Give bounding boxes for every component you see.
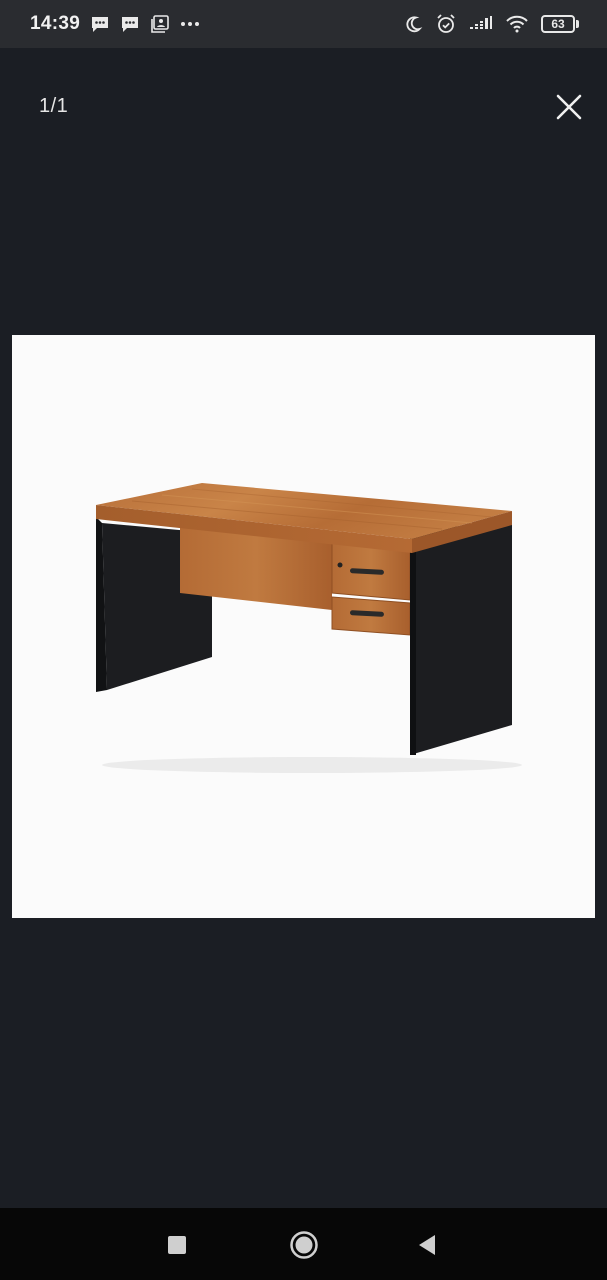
home-circle-icon [290, 1231, 318, 1259]
back-triangle-icon [419, 1235, 435, 1255]
desk-illustration [96, 483, 522, 773]
battery-tip [576, 20, 579, 28]
battery-icon: 63 [541, 15, 579, 33]
alarm-icon [435, 13, 457, 35]
gallery-icon [150, 14, 170, 34]
wifi-icon [505, 15, 529, 33]
navigation-bar [0, 1208, 607, 1280]
moon-icon [403, 14, 423, 34]
message-icon [90, 15, 110, 33]
image-counter: 1/1 [39, 95, 69, 117]
signal-icon [469, 15, 493, 33]
close-icon [556, 94, 582, 120]
status-bar: 14:39 63 [0, 0, 607, 48]
status-time: 14:39 [30, 13, 81, 34]
recents-button[interactable] [166, 1234, 188, 1256]
back-button[interactable] [416, 1233, 438, 1257]
status-left: 14:39 [30, 13, 200, 35]
battery-level: 63 [541, 15, 575, 33]
close-button[interactable] [553, 91, 585, 123]
more-dots-icon [180, 21, 200, 27]
office-desk-image[interactable] [12, 335, 595, 918]
message-icon [120, 15, 140, 33]
desk-right-leg [410, 521, 512, 755]
recents-square-icon [168, 1236, 186, 1254]
status-right: 63 [403, 13, 579, 35]
home-button[interactable] [289, 1230, 319, 1260]
